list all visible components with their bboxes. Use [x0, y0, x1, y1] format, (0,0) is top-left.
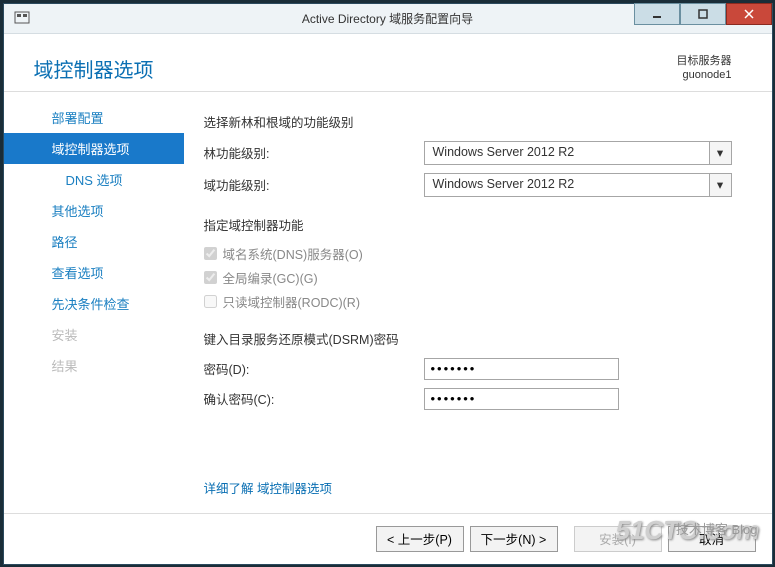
domain-level-select[interactable]: Windows Server 2012 R2 ▾	[424, 173, 732, 197]
minimize-button[interactable]	[634, 3, 680, 25]
window-title: Active Directory 域服务配置向导	[302, 10, 473, 27]
body-row: 部署配置 域控制器选项 DNS 选项 其他选项 路径 查看选项 先决条件检查 安…	[4, 92, 772, 513]
target-server-label: 目标服务器	[677, 54, 732, 68]
nav-install: 安装	[4, 319, 184, 350]
nav-paths[interactable]: 路径	[4, 226, 184, 257]
prev-button[interactable]: < 上一步(P)	[376, 526, 464, 552]
domain-level-value: Windows Server 2012 R2	[424, 173, 710, 197]
nav-other-options[interactable]: 其他选项	[4, 195, 184, 226]
app-icon	[14, 10, 30, 26]
confirm-password-label: 确认密码(C):	[204, 389, 424, 408]
maximize-button[interactable]	[680, 3, 726, 25]
window-controls	[634, 3, 772, 25]
rodc-checkbox	[204, 295, 217, 308]
password-label: 密码(D):	[204, 359, 424, 378]
gc-checkbox	[204, 271, 217, 284]
page-title: 域控制器选项	[34, 54, 154, 83]
section-dsrm-password: 键入目录服务还原模式(DSRM)密码	[204, 329, 732, 348]
gc-checkbox-row: 全局编录(GC)(G)	[204, 268, 732, 287]
domain-level-label: 域功能级别:	[204, 175, 424, 194]
footer-buttons: < 上一步(P) 下一步(N) > 安装(I) 取消	[4, 513, 772, 564]
forest-level-select[interactable]: Windows Server 2012 R2 ▾	[424, 141, 732, 165]
main-panel: 选择新林和根域的功能级别 林功能级别: Windows Server 2012 …	[184, 92, 772, 513]
nav-review-options[interactable]: 查看选项	[4, 257, 184, 288]
section-dc-capabilities: 指定域控制器功能	[204, 215, 732, 234]
rodc-checkbox-label: 只读域控制器(RODC)(R)	[223, 292, 360, 311]
nav-dc-options[interactable]: 域控制器选项	[4, 133, 184, 164]
titlebar: Active Directory 域服务配置向导	[4, 4, 772, 34]
content-area: 域控制器选项 目标服务器 guonode1 部署配置 域控制器选项 DNS 选项…	[4, 34, 772, 564]
nav-prereq-check[interactable]: 先决条件检查	[4, 288, 184, 319]
next-button[interactable]: 下一步(N) >	[470, 526, 558, 552]
wizard-window: Active Directory 域服务配置向导 域控制器选项 目标服务器 gu…	[3, 3, 773, 565]
password-row: 密码(D):	[204, 358, 732, 380]
confirm-password-input[interactable]	[424, 388, 619, 410]
watermark-sub: 技术博客 Blog	[676, 519, 758, 538]
more-info-link[interactable]: 详细了解 域控制器选项	[204, 478, 332, 497]
forest-level-value: Windows Server 2012 R2	[424, 141, 710, 165]
domain-level-row: 域功能级别: Windows Server 2012 R2 ▾	[204, 173, 732, 197]
rodc-checkbox-row: 只读域控制器(RODC)(R)	[204, 292, 732, 311]
install-button: 安装(I)	[574, 526, 662, 552]
dns-checkbox-row: 域名系统(DNS)服务器(O)	[204, 244, 732, 263]
target-server-info: 目标服务器 guonode1	[677, 54, 732, 83]
nav-results: 结果	[4, 350, 184, 381]
section-functional-levels: 选择新林和根域的功能级别	[204, 112, 732, 131]
password-input[interactable]	[424, 358, 619, 380]
header-row: 域控制器选项 目标服务器 guonode1	[4, 34, 772, 92]
confirm-password-row: 确认密码(C):	[204, 388, 732, 410]
gc-checkbox-label: 全局编录(GC)(G)	[223, 268, 318, 287]
nav-deploy-config[interactable]: 部署配置	[4, 102, 184, 133]
nav-dns-options[interactable]: DNS 选项	[4, 164, 184, 195]
close-button[interactable]	[726, 3, 772, 25]
dns-checkbox	[204, 247, 217, 260]
target-server-name: guonode1	[677, 68, 732, 82]
forest-level-label: 林功能级别:	[204, 143, 424, 162]
sidebar-nav: 部署配置 域控制器选项 DNS 选项 其他选项 路径 查看选项 先决条件检查 安…	[4, 92, 184, 513]
dns-checkbox-label: 域名系统(DNS)服务器(O)	[223, 244, 363, 263]
forest-level-row: 林功能级别: Windows Server 2012 R2 ▾	[204, 141, 732, 165]
chevron-down-icon[interactable]: ▾	[710, 173, 732, 197]
chevron-down-icon[interactable]: ▾	[710, 141, 732, 165]
